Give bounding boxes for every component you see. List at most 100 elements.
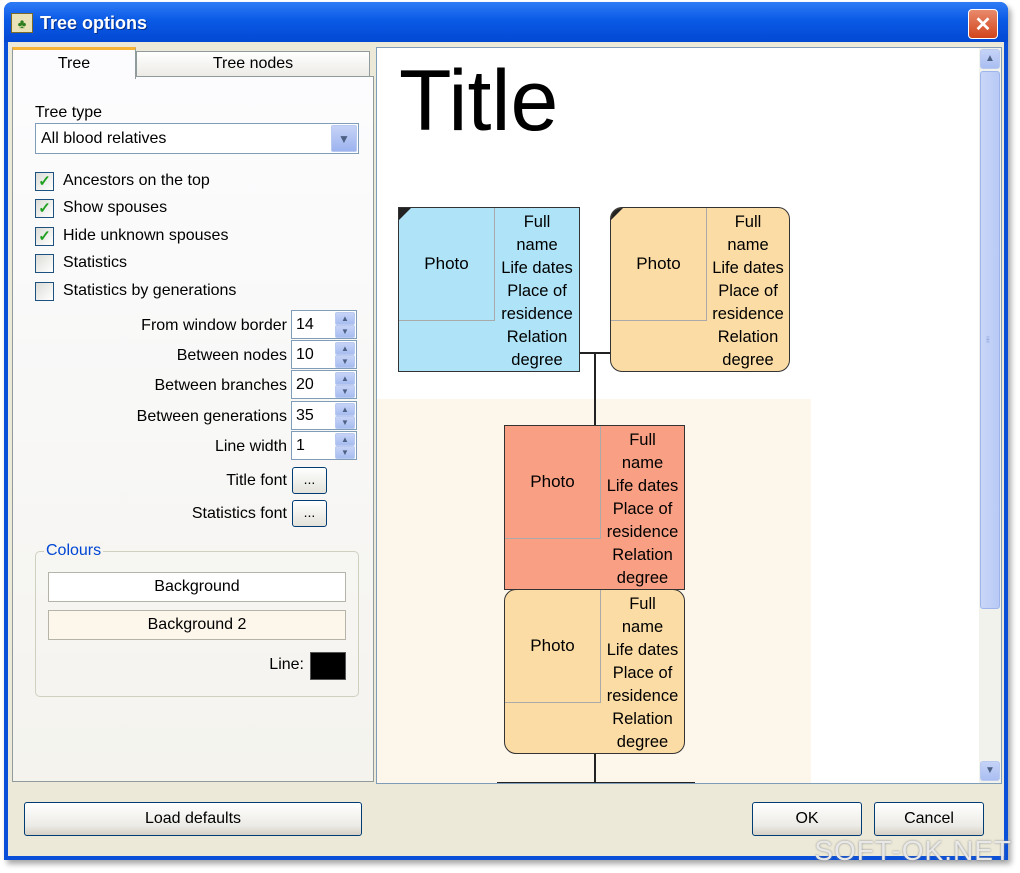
spin-up-icon[interactable]: ▲ (335, 403, 355, 416)
settings-panel: Tree type All blood relatives ▼ ✓ Ancest… (8, 42, 376, 784)
children-bar (497, 782, 695, 783)
tab-tree-nodes[interactable]: Tree nodes (136, 51, 370, 77)
node-line: name (516, 236, 558, 254)
background-colour-button[interactable]: Background (48, 572, 346, 602)
spin-down-icon[interactable]: ▼ (335, 416, 355, 429)
spin-up-icon[interactable]: ▲ (335, 312, 355, 325)
line-width-spinner[interactable]: 1 ▲ ▼ (291, 431, 357, 460)
tree-type-label: Tree type (35, 104, 102, 121)
spinner-value: 14 (296, 316, 314, 333)
checkbox-label: Show spouses (63, 199, 168, 216)
line-colour-swatch[interactable] (310, 652, 346, 680)
title-font-button[interactable]: ... (292, 467, 327, 494)
preview-pane[interactable]: Title Photo Full name Life dates Place o… (376, 47, 1002, 784)
statistics-font-button[interactable]: ... (292, 500, 327, 527)
photo-placeholder: Photo (505, 426, 601, 539)
load-defaults-button[interactable]: Load defaults (24, 802, 362, 836)
tab-panel-tree: Tree type All blood relatives ▼ ✓ Ancest… (12, 76, 374, 782)
node-line: Relation (612, 710, 673, 728)
spin-down-icon[interactable]: ▼ (335, 446, 355, 459)
spin-down-icon[interactable]: ▼ (335, 355, 355, 368)
scroll-up-icon[interactable]: ▲ (980, 49, 1000, 69)
between-generations-spinner[interactable]: 35 ▲ ▼ (291, 401, 357, 430)
tree-type-value: All blood relatives (41, 130, 167, 147)
node-line: Place of (718, 282, 778, 300)
node-line: Full (629, 431, 656, 449)
node-line: Place of (507, 282, 567, 300)
node-line: Relation (717, 328, 779, 346)
checkbox-label: Ancestors on the top (63, 172, 210, 189)
dialog-client: Tree type All blood relatives ▼ ✓ Ancest… (8, 42, 1004, 856)
node-line: Life dates (606, 641, 679, 659)
spinner-label: Between nodes (176, 347, 287, 364)
chevron-down-icon[interactable]: ▼ (331, 125, 357, 152)
spin-down-icon[interactable]: ▼ (335, 385, 355, 398)
close-button[interactable]: ✕ (968, 9, 998, 39)
tree-node-spouse[interactable]: Photo Full name Life dates Place of resi… (504, 589, 685, 754)
between-branches-spinner[interactable]: 20 ▲ ▼ (291, 370, 357, 399)
scroll-down-icon[interactable]: ▼ (980, 761, 1000, 781)
node-info: Full name Life dates Place of residence … (495, 208, 579, 371)
child-connector (594, 754, 596, 783)
between-nodes-spinner[interactable]: 10 ▲ ▼ (291, 340, 357, 369)
vertical-scrollbar[interactable]: ▲ ≡ ≡ ▼ (979, 48, 1001, 783)
title-bar[interactable]: ♣ Tree options ✕ (4, 2, 1008, 42)
spinner-label: From window border (141, 317, 287, 334)
node-line: name (727, 236, 769, 254)
spin-up-icon[interactable]: ▲ (335, 433, 355, 446)
scroll-thumb[interactable]: ≡ ≡ (980, 71, 1000, 609)
cancel-button[interactable]: Cancel (874, 802, 984, 836)
background2-colour-button[interactable]: Background 2 (48, 610, 346, 640)
spinner-label: Between generations (136, 408, 287, 425)
node-line: Place of (612, 664, 673, 682)
node-line: Relation (506, 328, 568, 346)
spin-up-icon[interactable]: ▲ (335, 372, 355, 385)
photo-placeholder: Photo (399, 208, 495, 321)
node-line: Full (629, 595, 656, 613)
node-info: Full name Life dates Place of residence … (601, 426, 684, 589)
spinner-value: 1 (296, 437, 305, 454)
node-line: name (621, 454, 664, 472)
spinner-value: 20 (296, 376, 314, 393)
tree-type-select[interactable]: All blood relatives ▼ (35, 123, 359, 154)
statistics-font-label: Statistics font (191, 505, 287, 522)
spin-down-icon[interactable]: ▼ (335, 325, 355, 338)
parent-connector (594, 352, 596, 425)
window-title: Tree options (40, 13, 148, 33)
preview-title: Title (399, 53, 559, 149)
node-line: name (621, 618, 664, 636)
colours-group-label: Colours (44, 542, 104, 560)
node-line: Life dates (712, 259, 784, 277)
tree-node-father[interactable]: Photo Full name Life dates Place of resi… (398, 207, 580, 372)
tree-node-mother[interactable]: Photo Full name Life dates Place of resi… (610, 207, 790, 372)
node-line: residence (606, 523, 679, 541)
child-drop (497, 782, 499, 783)
node-line: degree (616, 569, 669, 587)
checkbox-statistics-by-generations[interactable] (35, 282, 54, 301)
tree-node-self[interactable]: Photo Full name Life dates Place of resi… (504, 425, 685, 590)
node-line: degree (616, 733, 669, 751)
node-line: Full (734, 213, 762, 231)
checkbox-label: Statistics (63, 254, 128, 271)
checkbox-show-spouses[interactable]: ✓ (35, 199, 54, 218)
tree-app-icon: ♣ (11, 13, 33, 33)
checkbox-statistics[interactable] (35, 254, 54, 273)
checkbox-label: Statistics by generations (63, 282, 237, 299)
from-window-border-spinner[interactable]: 14 ▲ ▼ (291, 310, 357, 339)
title-font-label: Title font (226, 472, 287, 489)
node-line: degree (511, 351, 563, 369)
photo-placeholder: Photo (611, 208, 707, 321)
node-info: Full name Life dates Place of residence … (601, 590, 684, 753)
watermark: SOFT-OK.NET (814, 835, 1012, 866)
checkbox-hide-unknown-spouses[interactable]: ✓ (35, 227, 54, 246)
spin-up-icon[interactable]: ▲ (335, 342, 355, 355)
node-info: Full name Life dates Place of residence … (707, 208, 789, 371)
tab-strip: Tree Tree nodes (12, 47, 370, 79)
tab-tree[interactable]: Tree (12, 47, 136, 79)
colours-group: Colours Background Background 2 Line: (35, 542, 359, 697)
spinner-label: Line width (214, 438, 287, 455)
ok-button[interactable]: OK (752, 802, 862, 836)
checkbox-ancestors-on-top[interactable]: ✓ (35, 172, 54, 191)
checkbox-label: Hide unknown spouses (63, 227, 229, 244)
node-line: Life dates (606, 477, 679, 495)
